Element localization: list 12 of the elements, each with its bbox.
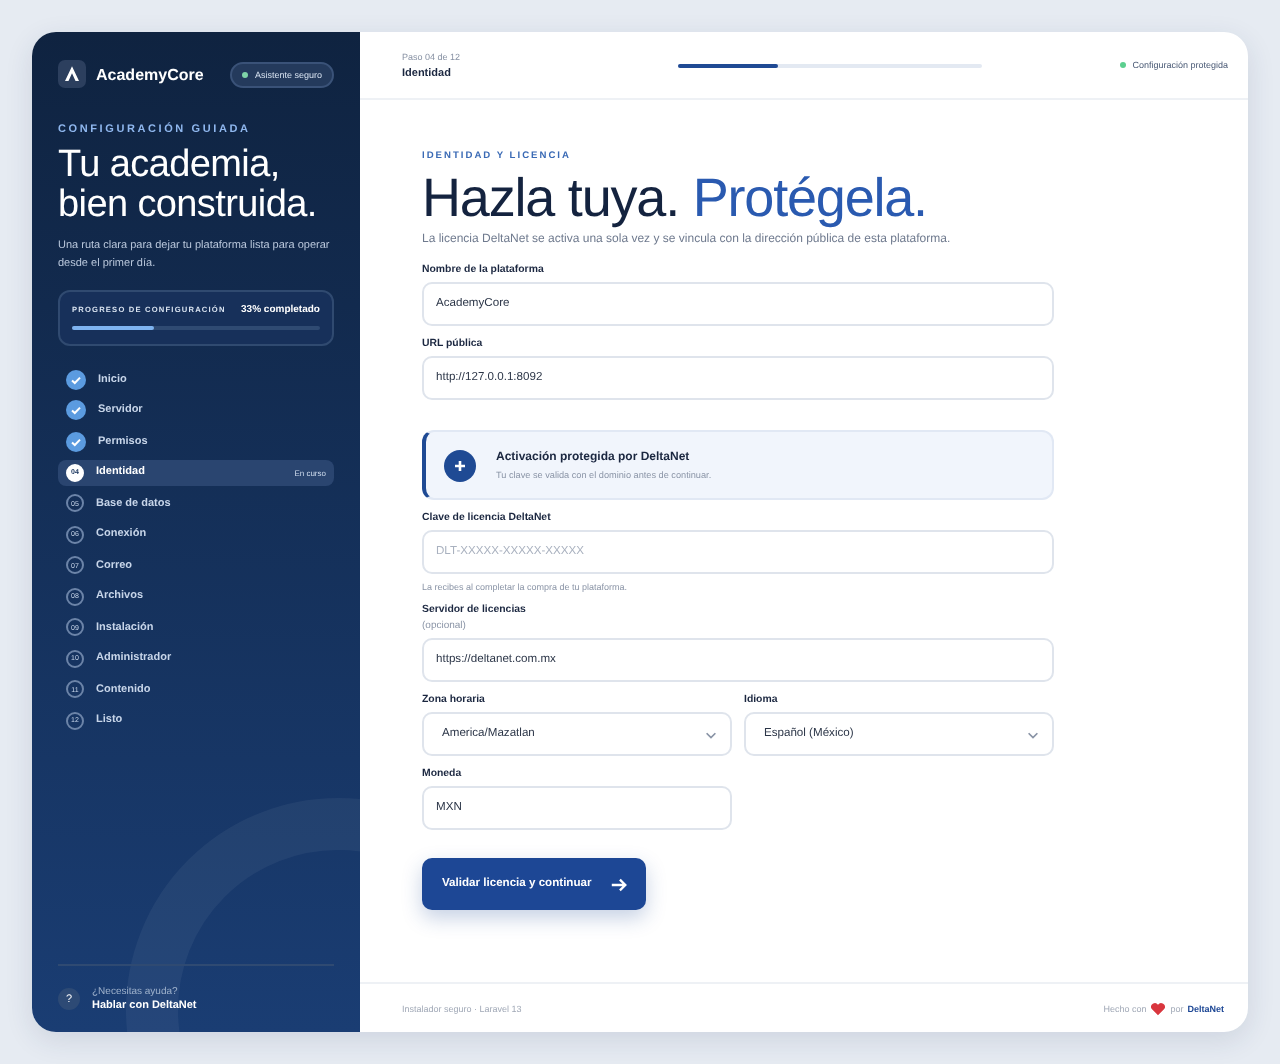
logo-icon (58, 60, 86, 88)
brand-name: AcademyCore (96, 65, 206, 83)
chevron-icon (704, 727, 718, 741)
chevron-icon (1026, 727, 1040, 741)
heart-icon (1150, 1001, 1167, 1015)
sidebar-heading: Tu academia, bien construida. (58, 146, 319, 226)
check-icon (66, 400, 86, 421)
arrow-icon (609, 875, 628, 893)
plus-icon (444, 449, 476, 481)
page-heading: Hazla tuya. Protégela. (422, 168, 929, 228)
check-icon (66, 369, 86, 390)
check-icon (66, 431, 86, 452)
